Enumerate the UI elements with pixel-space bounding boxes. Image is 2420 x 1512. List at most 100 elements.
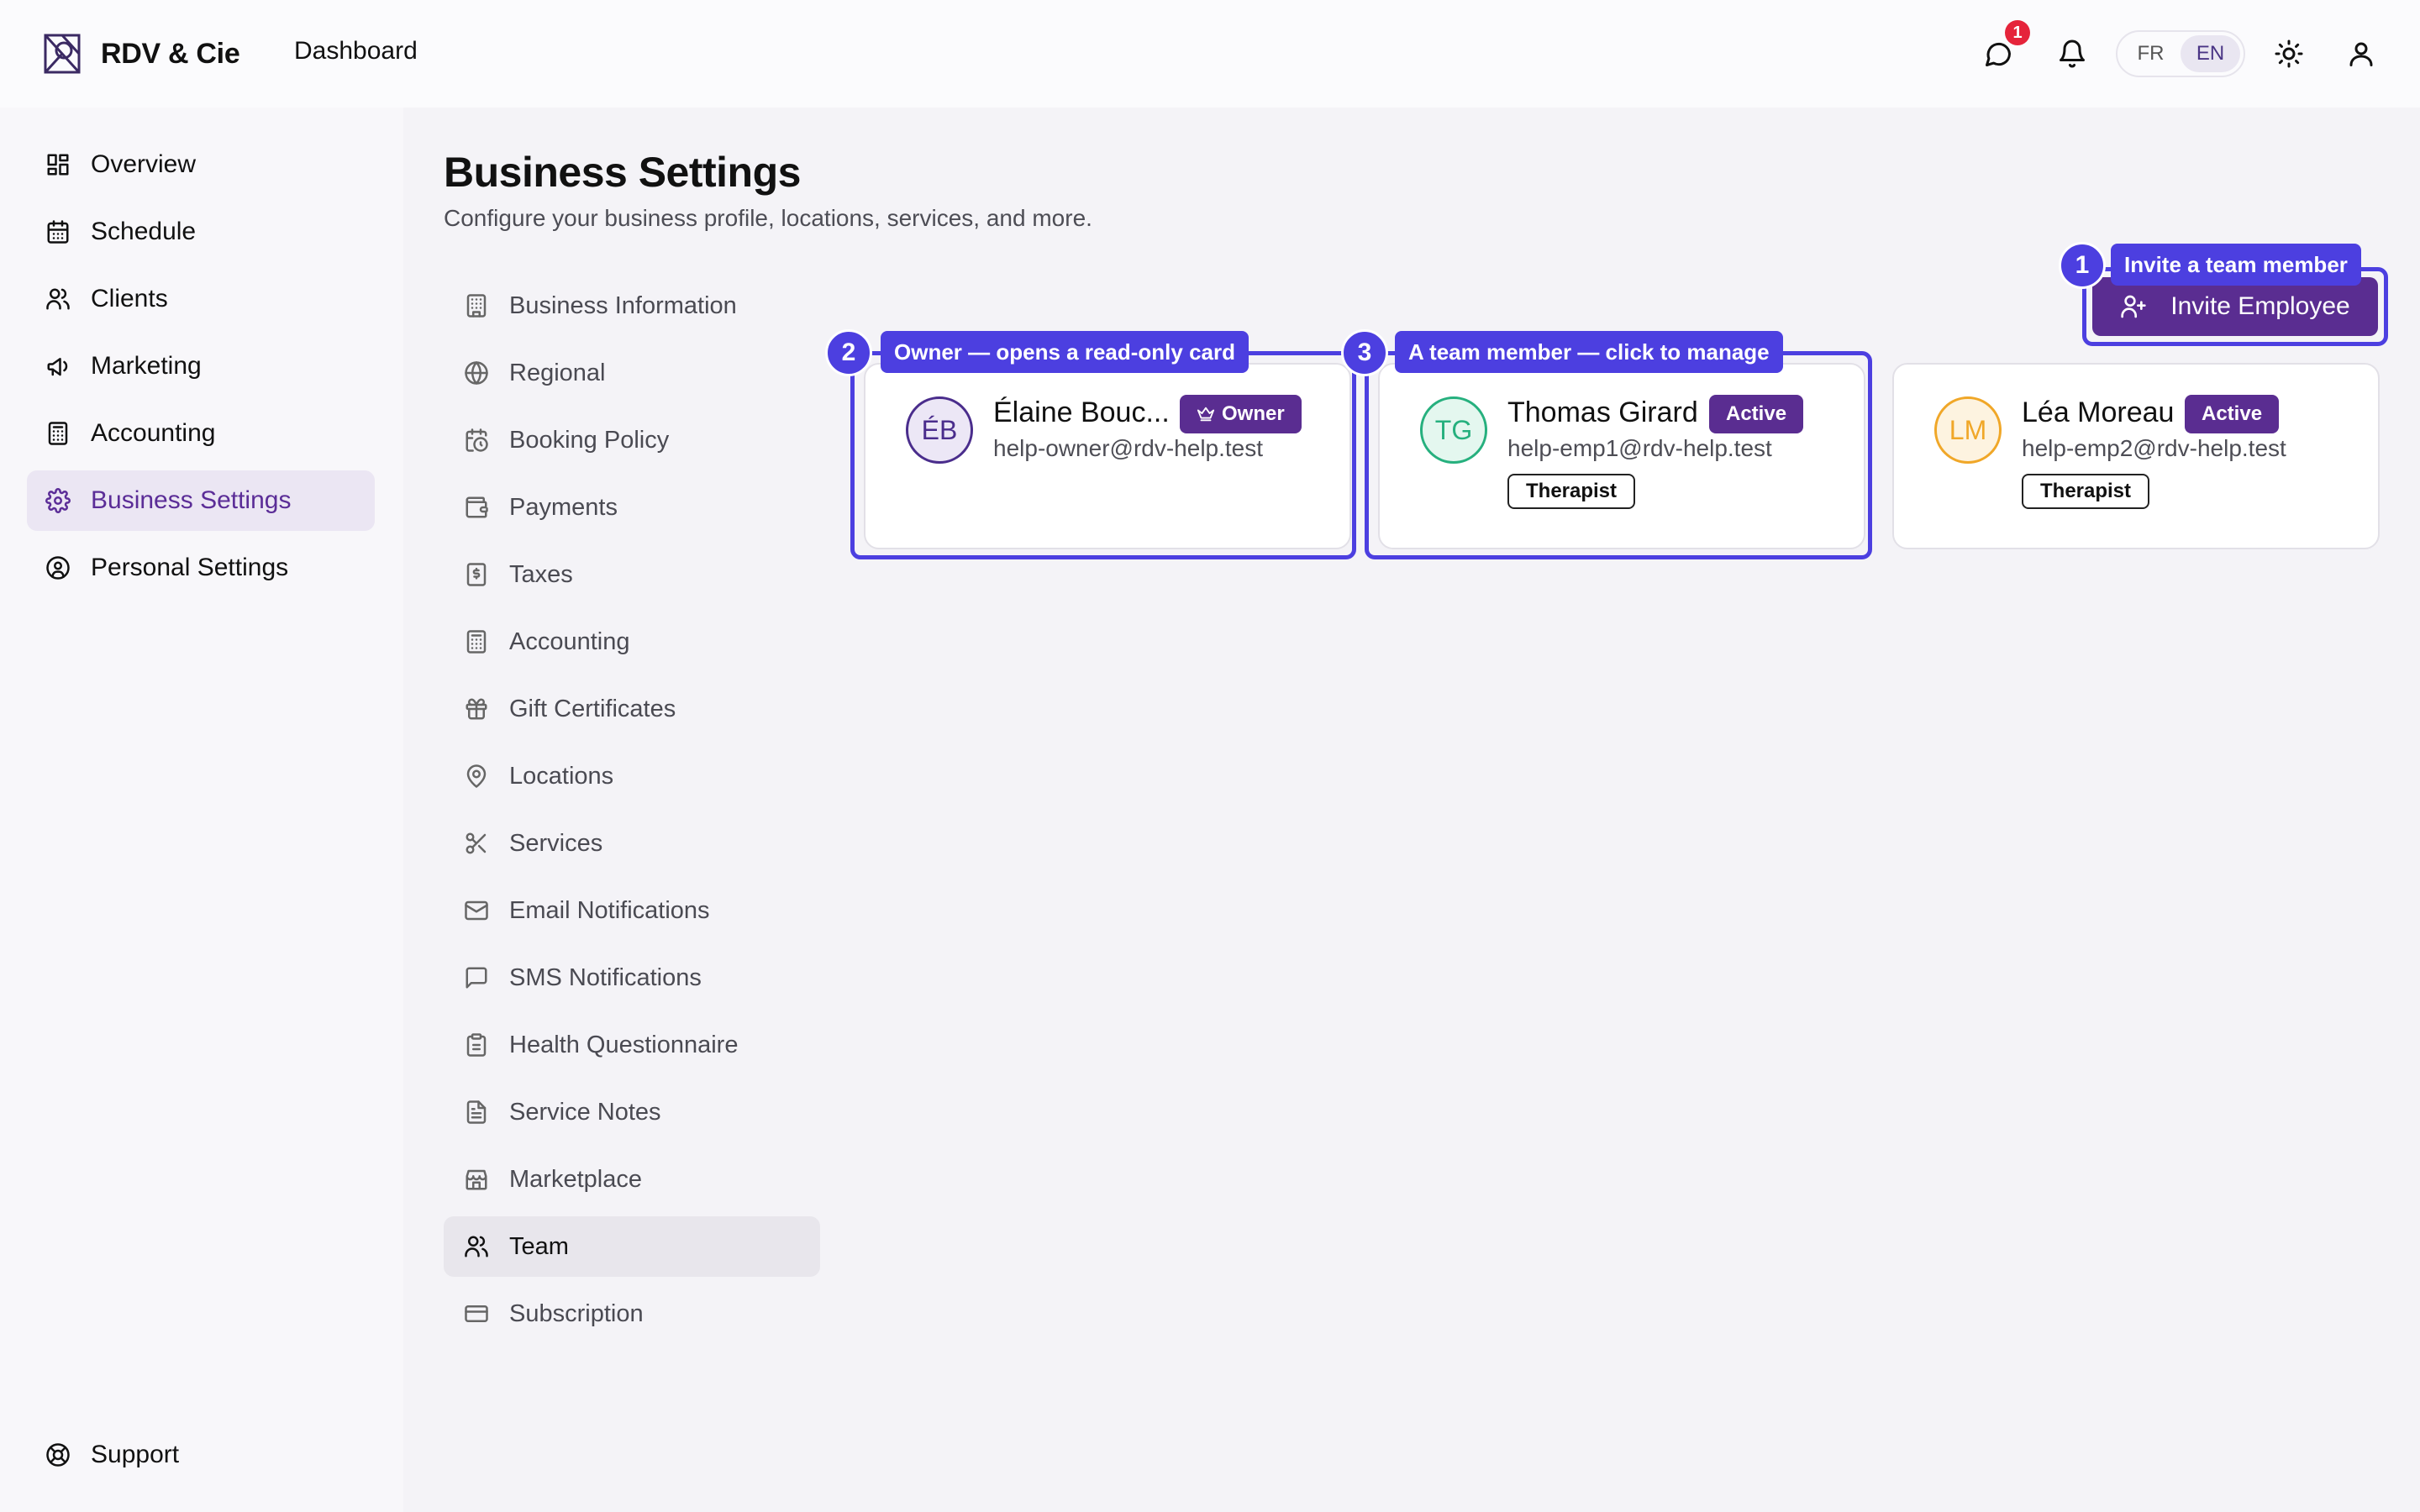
- sidebar-item-marketing[interactable]: Marketing: [27, 336, 375, 396]
- settings-nav-label: Subscription: [509, 1299, 644, 1327]
- sidebar-item-label: Schedule: [91, 218, 197, 245]
- settings-nav-label: Marketplace: [509, 1165, 642, 1193]
- settings-nav-payments[interactable]: Payments: [444, 477, 820, 538]
- user-menu-button[interactable]: [2341, 34, 2381, 74]
- sidebar-item-label: Marketing: [91, 352, 202, 380]
- sidebar-item-business-settings[interactable]: Business Settings: [27, 470, 375, 531]
- invite-employee-button[interactable]: Invite Employee: [2092, 277, 2378, 336]
- settings-nav-label: Health Questionnaire: [509, 1031, 739, 1058]
- settings-nav-label: Booking Policy: [509, 426, 670, 454]
- settings-nav-label: Email Notifications: [509, 896, 710, 924]
- theme-toggle-button[interactable]: [2269, 34, 2309, 74]
- calendar-icon: [47, 220, 69, 244]
- settings-nav-services[interactable]: Services: [444, 813, 820, 874]
- page-title: Business Settings: [444, 149, 801, 196]
- settings-nav-marketplace[interactable]: Marketplace: [444, 1149, 820, 1210]
- settings-nav-label: Services: [509, 829, 603, 857]
- notifications-button[interactable]: [2052, 34, 2092, 74]
- sidebar-item-label: Clients: [91, 285, 168, 312]
- top-bar: RDV & Cie Dashboard 1 FR EN: [0, 0, 2420, 108]
- settings-nav-label: Team: [509, 1232, 569, 1260]
- settings-nav-sms-notifications[interactable]: SMS Notifications: [444, 948, 820, 1008]
- owner-badge: Owner: [1180, 395, 1302, 433]
- sidebar-item-label: Business Settings: [91, 486, 292, 514]
- sidebar-item-overview[interactable]: Overview: [27, 134, 375, 195]
- settings-nav-label: Gift Certificates: [509, 695, 676, 722]
- settings-nav-health-questionnaire[interactable]: Health Questionnaire: [444, 1015, 820, 1075]
- sidebar-item-support[interactable]: Support: [27, 1425, 375, 1485]
- member-name: Léa Moreau: [2022, 396, 2175, 428]
- gear-icon: [45, 488, 71, 513]
- invite-employee-label: Invite Employee: [2170, 292, 2350, 320]
- sidebar: Overview Schedule Clients Marketing Acco…: [0, 108, 403, 1512]
- settings-nav-team[interactable]: Team: [444, 1216, 820, 1277]
- role-tag: Therapist: [2022, 474, 2150, 509]
- settings-nav-email-notifications[interactable]: Email Notifications: [444, 880, 820, 941]
- settings-nav-label: SMS Notifications: [509, 963, 702, 991]
- store-icon: [466, 1169, 487, 1190]
- crown-icon: [1197, 407, 1215, 422]
- user-icon: [2349, 42, 2373, 66]
- sidebar-item-schedule[interactable]: Schedule: [27, 202, 375, 262]
- sidebar-item-personal-settings[interactable]: Personal Settings: [27, 538, 375, 598]
- brand-name: RDV & Cie: [101, 37, 240, 70]
- status-badge: Active: [1709, 395, 1804, 433]
- support-label: Support: [91, 1441, 180, 1468]
- globe-icon: [465, 361, 488, 385]
- logo-icon: [44, 34, 81, 74]
- callout-label-2: Owner — opens a read-only card: [881, 331, 1249, 373]
- brand[interactable]: RDV & Cie: [42, 30, 240, 77]
- receipt-icon: [466, 563, 487, 586]
- settings-nav-label: Service Notes: [509, 1098, 661, 1126]
- megaphone-icon: [47, 358, 68, 376]
- clipboard-icon: [466, 1033, 487, 1057]
- calculator-icon: [466, 630, 487, 654]
- sun-icon: [2275, 39, 2303, 68]
- life-buoy-icon: [46, 1443, 70, 1467]
- settings-nav-service-notes[interactable]: Service Notes: [444, 1082, 820, 1142]
- settings-nav-accounting[interactable]: Accounting: [444, 612, 820, 672]
- settings-nav-label: Regional: [509, 359, 606, 386]
- message-square-icon: [466, 967, 487, 989]
- messages-badge: 1: [2005, 20, 2030, 45]
- status-badge: Active: [2185, 395, 2280, 433]
- language-toggle: FR EN: [2116, 30, 2245, 77]
- sidebar-item-accounting[interactable]: Accounting: [27, 403, 375, 464]
- mail-icon: [465, 900, 488, 921]
- dashboard-link[interactable]: Dashboard: [294, 37, 418, 66]
- bell-icon: [2060, 39, 2085, 68]
- sidebar-item-label: Personal Settings: [91, 554, 289, 581]
- team-member-card-owner[interactable]: ÉB Élaine Bouc... Owner help-owner@rdv-h…: [864, 363, 1351, 549]
- callout-step-2: 2: [825, 329, 872, 376]
- scissors-icon: [466, 832, 487, 854]
- owner-badge-label: Owner: [1222, 402, 1285, 425]
- settings-nav-taxes[interactable]: Taxes: [444, 544, 820, 605]
- callout-step-1: 1: [2059, 242, 2106, 289]
- callout-label-3: A team member — click to manage: [1395, 331, 1783, 373]
- sidebar-item-clients[interactable]: Clients: [27, 269, 375, 329]
- building-icon: [466, 294, 487, 318]
- team-member-card[interactable]: TG Thomas Girard Active help-emp1@rdv-he…: [1378, 363, 1865, 549]
- settings-nav-subscription[interactable]: Subscription: [444, 1284, 820, 1344]
- role-tag: Therapist: [1507, 474, 1636, 509]
- settings-nav-business-information[interactable]: Business Information: [444, 276, 820, 336]
- users-icon: [465, 1236, 488, 1257]
- settings-nav-gift-certificates[interactable]: Gift Certificates: [444, 679, 820, 739]
- settings-nav-label: Payments: [509, 493, 618, 521]
- calendar-clock-icon: [466, 428, 488, 452]
- avatar: LM: [1934, 396, 2002, 464]
- settings-nav-locations[interactable]: Locations: [444, 746, 820, 806]
- member-name: Thomas Girard: [1507, 396, 1698, 428]
- users-icon: [46, 288, 70, 310]
- member-email: help-emp2@rdv-help.test: [2022, 435, 2286, 461]
- callout-label-1: Invite a team member: [2111, 244, 2361, 286]
- map-pin-icon: [466, 764, 487, 788]
- settings-nav-label: Business Information: [509, 291, 737, 319]
- settings-nav-regional[interactable]: Regional: [444, 343, 820, 403]
- lang-fr-button[interactable]: FR: [2121, 35, 2181, 72]
- settings-nav-booking-policy[interactable]: Booking Policy: [444, 410, 820, 470]
- sidebar-item-label: Accounting: [91, 419, 216, 447]
- team-member-card[interactable]: LM Léa Moreau Active help-emp2@rdv-help.…: [1892, 363, 2380, 549]
- lang-en-button[interactable]: EN: [2181, 35, 2240, 72]
- gift-icon: [466, 698, 487, 720]
